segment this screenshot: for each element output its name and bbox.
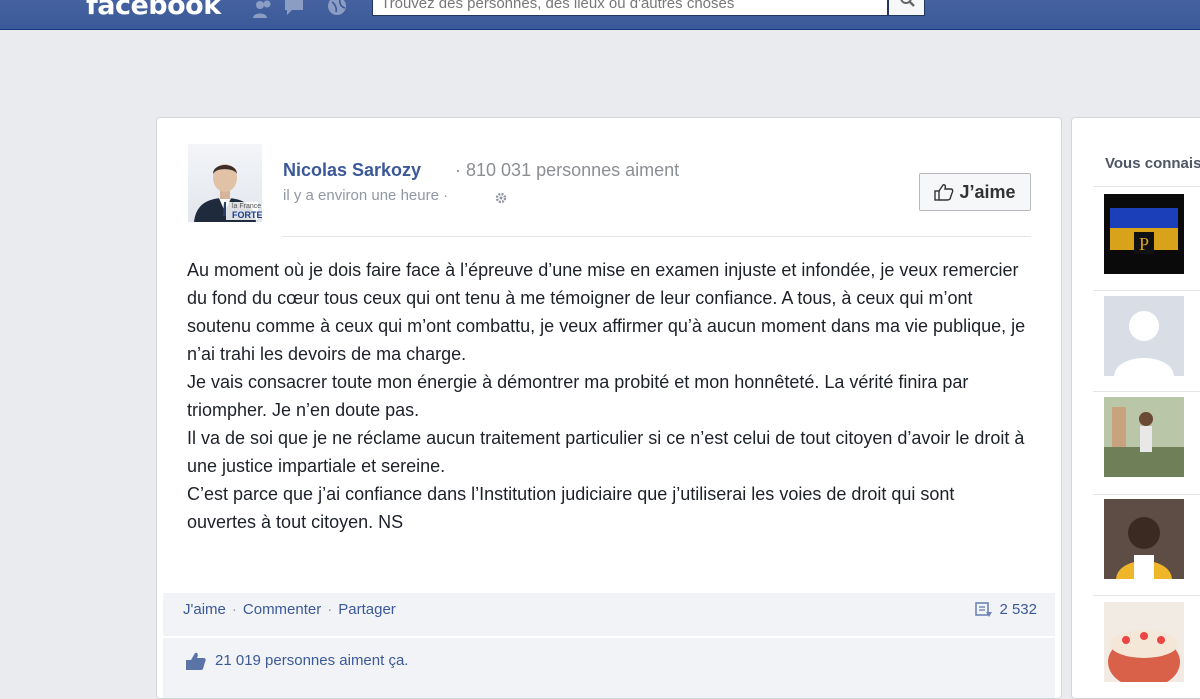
page-avatar[interactable]: la France FORTE	[188, 144, 262, 222]
post-timestamp[interactable]: il y a environ une heure ·	[283, 187, 448, 204]
like-page-label: J’aime	[959, 181, 1016, 202]
top-navigation-bar: facebook Trouvez des personnes, des lieu…	[0, 0, 1200, 30]
share-count-value: 2 532	[999, 601, 1037, 618]
suggestion-avatar[interactable]	[1104, 397, 1184, 477]
share-icon	[975, 601, 993, 617]
post-paragraph: Il va de soi que je ne réclame aucun tra…	[187, 428, 1025, 476]
sidebar-divider	[1093, 290, 1200, 291]
thumbs-up-icon	[185, 651, 207, 676]
sidebar-divider	[1093, 186, 1200, 187]
avatar-caption-top: la France	[232, 203, 262, 210]
friend-requests-icon[interactable]	[252, 0, 274, 18]
share-count[interactable]: 2 532	[975, 601, 1037, 618]
like-post-link[interactable]: J'aime	[183, 601, 226, 618]
svg-text:P: P	[1139, 234, 1149, 254]
post-paragraph: Au moment où je dois faire face à l’épre…	[187, 260, 1026, 364]
sidebar-divider	[1093, 391, 1200, 392]
post-body: Au moment où je dois faire face à l’épre…	[187, 256, 1027, 536]
post-likes-row: 21 019 personnes aiment ça.	[163, 638, 1055, 698]
avatar-caption-bottom: FORTE	[232, 210, 262, 220]
sidebar-title: Vous connaissez peut-être	[1105, 155, 1200, 172]
suggestion-avatar[interactable]	[1104, 499, 1184, 579]
notifications-icon[interactable]	[326, 0, 348, 18]
gear-icon[interactable]	[494, 191, 508, 210]
post-paragraph: C’est parce que j’ai confiance dans l’In…	[187, 484, 955, 532]
messages-icon[interactable]	[283, 0, 305, 18]
comment-link[interactable]: Commenter	[243, 601, 321, 618]
post-paragraph: Je vais consacrer toute mon énergie à dé…	[187, 372, 969, 420]
page-likes-count: · 810 031 personnes aiment	[455, 160, 679, 181]
post-likes-summary[interactable]: 21 019 personnes aiment ça.	[215, 652, 408, 669]
page-name-link[interactable]: Nicolas Sarkozy	[283, 160, 421, 181]
header-divider	[282, 236, 1031, 237]
share-link[interactable]: Partager	[338, 601, 396, 618]
thumbs-up-icon	[934, 184, 954, 201]
suggestion-avatar[interactable]	[1104, 602, 1184, 682]
sidebar-divider	[1093, 494, 1200, 495]
suggestion-avatar[interactable]: P	[1104, 194, 1184, 274]
suggestion-avatar[interactable]	[1104, 296, 1184, 376]
search-icon	[900, 0, 915, 7]
action-separator: ·	[231, 601, 237, 618]
people-you-may-know-panel: Vous connaissez peut-être P	[1071, 117, 1200, 699]
post-actions-bar: J'aime · Commenter · Partager 2 532	[163, 593, 1055, 636]
search-input[interactable]: Trouvez des personnes, des lieux ou d'au…	[372, 0, 888, 16]
facebook-logo[interactable]: facebook	[86, 0, 221, 21]
sidebar-divider	[1093, 595, 1200, 596]
like-page-button[interactable]: J’aime	[919, 173, 1031, 211]
search-button[interactable]	[888, 0, 925, 16]
page-likes-text: 810 031 personnes aiment	[466, 160, 680, 180]
name-separator: ·	[455, 160, 461, 180]
post-card: la France FORTE Nicolas Sarkozy · 810 03…	[156, 117, 1062, 699]
action-separator: ·	[327, 601, 333, 618]
post-action-links: J'aime · Commenter · Partager	[183, 601, 396, 619]
